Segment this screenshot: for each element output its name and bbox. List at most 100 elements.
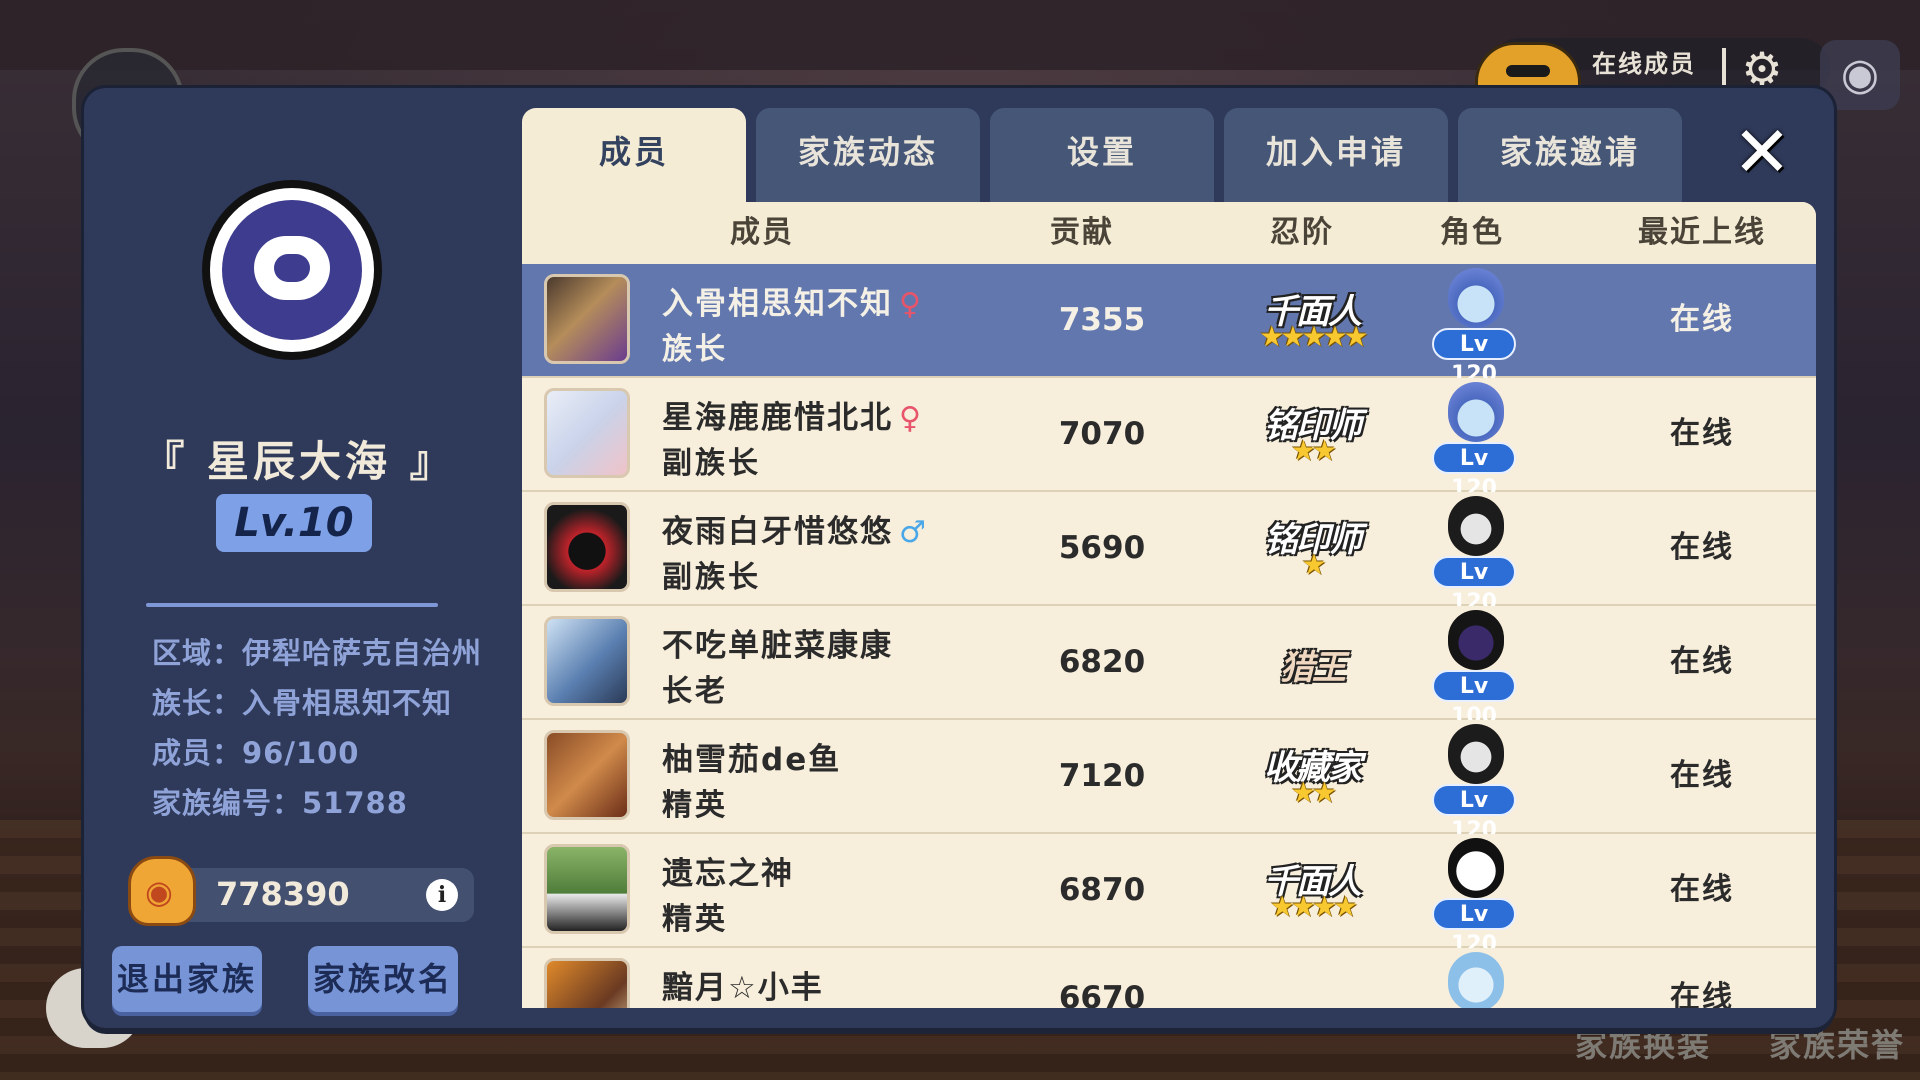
member-name: 不吃单脏菜康康 <box>662 628 893 664</box>
family-leader: 族长：入骨相思知不知 <box>152 686 453 720</box>
member-contribution: 7120 <box>1058 758 1146 794</box>
family-info-list: 区域：伊犁哈萨克自治州 族长：入骨相思知不知 成员：96/100 家族编号：51… <box>152 628 512 828</box>
male-icon: ♂ <box>899 515 928 550</box>
ninja-rank-badge: 千面人 ★★★★★ <box>1242 280 1382 360</box>
star-icon: ★★ <box>1290 434 1337 467</box>
character-portrait: Lv 100 <box>1432 610 1516 729</box>
member-status: 在线 <box>1670 416 1734 451</box>
gear-icon[interactable]: ⚙ <box>1736 46 1788 92</box>
character-portrait: Lv 120 <box>1432 724 1516 843</box>
member-contribution: 6870 <box>1058 872 1146 908</box>
avatar[interactable] <box>544 388 630 478</box>
tab-family-invites[interactable]: 家族邀请 <box>1458 108 1682 204</box>
online-members-label: 在线成员 <box>1592 50 1696 78</box>
character-icon <box>1448 382 1504 442</box>
member-rank: 副族长 <box>662 560 761 595</box>
member-name: 星海鹿鹿惜北北 ♀ <box>662 400 923 436</box>
member-name: 黯月☆小丰 <box>662 970 824 1006</box>
member-rank: 精英 <box>662 788 728 823</box>
info-icon[interactable]: i <box>426 879 458 911</box>
ninja-rank-badge: 猎王 <box>1242 622 1382 702</box>
member-status: 在线 <box>1670 302 1734 337</box>
member-contribution: 6670 <box>1058 980 1146 1008</box>
family-funds-value: 778390 <box>216 875 350 913</box>
character-icon <box>1448 610 1504 670</box>
character-portrait <box>1432 952 1516 1008</box>
family-panel: 『 星辰大海 』 Lv.10 区域：伊犁哈萨克自治州 族长：入骨相思知不知 成员… <box>84 88 1834 1028</box>
character-portrait: Lv 120 <box>1432 268 1516 387</box>
avatar[interactable] <box>544 958 630 1008</box>
family-emblem-icon <box>202 180 382 360</box>
rename-family-button[interactable]: 家族改名 <box>308 946 458 1012</box>
family-region: 区域：伊犁哈萨克自治州 <box>152 636 483 670</box>
ninja-rank-badge: 收藏家 ★★ <box>1242 736 1382 816</box>
table-row[interactable]: 星海鹿鹿惜北北 ♀ 副族长 7070 铭印师 ★★ Lv 120 在线 <box>522 378 1816 501</box>
tab-members[interactable]: 成员 <box>522 108 746 208</box>
avatar[interactable] <box>544 502 630 592</box>
tab-join-requests[interactable]: 加入申请 <box>1224 108 1448 204</box>
eye-button[interactable]: ◉ <box>1820 40 1900 110</box>
divider <box>146 603 438 607</box>
character-portrait: Lv 120 <box>1432 382 1516 501</box>
table-row[interactable]: 不吃单脏菜康康 长老 6820 猎王 Lv 100 在线 <box>522 606 1816 729</box>
character-level: Lv 100 <box>1432 670 1516 729</box>
member-contribution: 6820 <box>1058 644 1146 680</box>
tab-family-news[interactable]: 家族动态 <box>756 108 980 204</box>
family-member-count: 成员：96/100 <box>152 736 360 770</box>
character-level: Lv 120 <box>1432 328 1516 387</box>
star-icon: ★★★★ <box>1269 890 1358 923</box>
avatar[interactable] <box>544 730 630 820</box>
family-info-sidebar: 『 星辰大海 』 Lv.10 区域：伊犁哈萨克自治州 族长：入骨相思知不知 成员… <box>84 88 514 1028</box>
emblem-inner <box>222 200 362 340</box>
character-level: Lv 120 <box>1432 784 1516 843</box>
quit-family-button[interactable]: 退出家族 <box>112 946 262 1012</box>
table-row[interactable]: 入骨相思知不知 ♀ 族长 7355 千面人 ★★★★★ Lv 120 在线 <box>522 264 1816 387</box>
table-row[interactable]: 遗忘之神 精英 6870 千面人 ★★★★ Lv 120 在线 <box>522 834 1816 957</box>
member-contribution: 5690 <box>1058 530 1146 566</box>
table-header: 成员 贡献 忍阶 角色 最近上线 <box>522 202 1816 266</box>
avatar[interactable] <box>544 274 630 364</box>
member-status: 在线 <box>1670 980 1734 1008</box>
member-name: 柚雪茄de鱼 <box>662 742 842 778</box>
avatar[interactable] <box>544 616 630 706</box>
coin-bag-icon <box>120 848 198 928</box>
ninja-rank-badge: 铭印师 ★★ <box>1242 394 1382 474</box>
female-icon: ♀ <box>899 401 923 436</box>
family-level-badge: Lv.10 <box>216 494 372 552</box>
character-level: Lv 120 <box>1432 556 1516 615</box>
star-icon: ★★★★★ <box>1259 320 1369 353</box>
character-icon <box>1448 952 1504 1008</box>
character-icon <box>1448 496 1504 556</box>
character-level: Lv 120 <box>1432 442 1516 501</box>
member-rank: 副族长 <box>662 446 761 481</box>
header-member: 成员 <box>730 215 794 250</box>
table-row[interactable]: 柚雪茄de鱼 精英 7120 收藏家 ★★ Lv 120 在线 <box>522 720 1816 843</box>
character-portrait: Lv 120 <box>1432 838 1516 957</box>
header-last-online: 最近上线 <box>1638 215 1766 250</box>
member-status: 在线 <box>1670 872 1734 907</box>
character-icon <box>1448 838 1504 898</box>
member-name: 入骨相思知不知 ♀ <box>662 286 923 322</box>
character-portrait: Lv 120 <box>1432 496 1516 615</box>
character-level: Lv 120 <box>1432 898 1516 957</box>
member-contribution: 7355 <box>1058 302 1146 338</box>
family-id: 家族编号：51788 <box>152 786 408 820</box>
member-status: 在线 <box>1670 644 1734 679</box>
member-rank: 精英 <box>662 902 728 937</box>
ninja-rank-badge: 千面人 ★★★★ <box>1242 850 1382 930</box>
header-contribution: 贡献 <box>1050 215 1114 250</box>
ninja-rank-title: 猎王 <box>1280 648 1346 688</box>
member-name: 遗忘之神 <box>662 856 794 892</box>
character-icon <box>1448 724 1504 784</box>
divider <box>1722 48 1726 86</box>
avatar[interactable] <box>544 844 630 934</box>
close-icon[interactable]: ✕ <box>1732 117 1792 187</box>
table-row[interactable]: 黯月☆小丰 6670 在线 <box>522 948 1816 1008</box>
star-icon: ★★ <box>1290 776 1337 809</box>
header-character: 角色 <box>1440 215 1504 250</box>
table-row[interactable]: 夜雨白牙惜悠悠 ♂ 副族长 5690 铭印师 ★ Lv 120 在线 <box>522 492 1816 615</box>
ninja-rank-badge: 铭印师 ★ <box>1242 508 1382 588</box>
tab-settings[interactable]: 设置 <box>990 108 1214 204</box>
member-name: 夜雨白牙惜悠悠 ♂ <box>662 514 928 550</box>
member-status: 在线 <box>1670 758 1734 793</box>
